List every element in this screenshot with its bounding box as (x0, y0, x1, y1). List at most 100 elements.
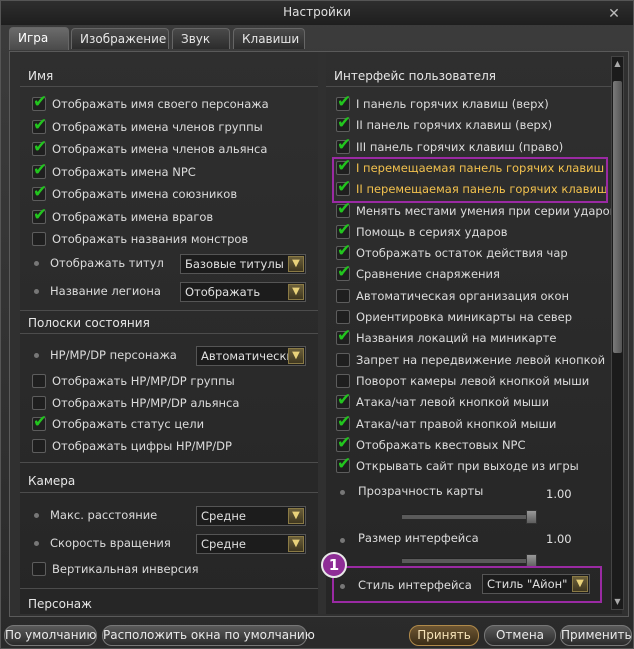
status-option-1-label: Отображать HP/MP/DP альянса (52, 395, 240, 410)
callout-badge: 1 (321, 552, 347, 578)
ui-option-10-label: Ориентировка миникарты на север (356, 310, 572, 324)
ui-option-5-checkbox[interactable] (336, 199, 351, 219)
bullet (34, 261, 39, 266)
cancel-button[interactable]: Отмена (484, 625, 556, 646)
tab-graphics[interactable]: Изображение (71, 28, 169, 49)
distance-dropdown-value: Средне (201, 509, 246, 523)
status-option-2-label: Отображать статус цели (52, 417, 205, 431)
left-column: Имя Отображать титул Базовые титулы ▼ На… (20, 52, 318, 614)
tab-sound[interactable]: Звук (172, 28, 230, 49)
ui-option-14-label: Атака/чат левой кнопкой мыши (356, 395, 549, 410)
divider (20, 462, 318, 463)
scroll-up-icon[interactable]: ▲ (612, 58, 623, 70)
hp-label: HP/MP/DP персонажа (50, 348, 177, 362)
divider (326, 86, 612, 87)
scrollbar[interactable]: ▲ ▼ (611, 56, 624, 610)
section-name: Имя (28, 69, 54, 83)
status-option-0-label: Отображать HP/MP/DP группы (52, 374, 235, 388)
ui-size-value: 1.00 (546, 532, 572, 546)
ui-option-6-label: Помощь в сериях ударов (356, 224, 508, 239)
bullet (340, 538, 345, 543)
name-option-5-checkbox[interactable] (32, 205, 47, 225)
divider (20, 588, 318, 589)
ui-option-11-checkbox[interactable] (336, 326, 351, 346)
ui-option-9-label: Автоматическая организация окон (356, 288, 570, 303)
tab-game[interactable]: Игра (9, 27, 69, 50)
title-dropdown[interactable]: Базовые титулы ▼ (180, 254, 306, 274)
ui-option-11-label: Названия локаций на миникарте (356, 331, 557, 346)
ui-option-2-checkbox[interactable] (336, 135, 351, 155)
section-camera: Камера (28, 474, 76, 488)
ui-option-0-checkbox[interactable] (336, 92, 351, 112)
settings-window: Настройки ✕ Игра Изображение Звук Клавиш… (0, 0, 634, 649)
ui-option-15-checkbox[interactable] (336, 412, 351, 432)
chevron-down-icon: ▼ (288, 284, 304, 300)
status-option-3-label: Отображать цифры HP/MP/DP (52, 438, 232, 453)
name-option-3-checkbox[interactable] (32, 160, 47, 180)
ui-option-6-checkbox[interactable] (336, 220, 351, 240)
name-option-6-checkbox[interactable] (32, 232, 46, 246)
section-ui: Интерфейс пользователя (334, 69, 497, 83)
ui-option-7-checkbox[interactable] (336, 241, 351, 261)
ui-option-10-checkbox[interactable] (336, 310, 350, 324)
ui-option-2-label: III панель горячих клавиш (право) (356, 139, 564, 154)
ui-option-15-label: Атака/чат правой кнопкой мыши (356, 416, 557, 431)
ui-option-12-label: Запрет на передвижение левой кнопкой (356, 352, 606, 367)
accept-button[interactable]: Принять (409, 625, 479, 646)
ui-option-17-checkbox[interactable] (336, 454, 351, 474)
status-option-1-checkbox[interactable] (32, 395, 46, 410)
name-option-2-label: Отображать имена членов альянса (52, 142, 268, 156)
chevron-down-icon: ▼ (288, 256, 304, 272)
ui-option-1-checkbox[interactable] (336, 113, 351, 133)
apply-button[interactable]: Применить (560, 625, 632, 646)
divider (20, 86, 318, 87)
status-option-0-checkbox[interactable] (32, 374, 46, 388)
ui-option-16-checkbox[interactable] (336, 433, 351, 453)
ui-option-13-checkbox[interactable] (336, 373, 350, 388)
map-opacity-slider[interactable] (402, 510, 537, 524)
divider (20, 333, 318, 334)
scroll-thumb[interactable] (613, 81, 622, 353)
ui-option-9-checkbox[interactable] (336, 288, 350, 303)
ui-option-8-label: Сравнение снаряжения (356, 267, 500, 282)
name-option-6-label: Отображать названия монстров (52, 232, 249, 246)
ui-size-slider[interactable] (402, 554, 537, 568)
status-option-3-checkbox[interactable] (32, 438, 46, 453)
name-option-0-checkbox[interactable] (32, 92, 47, 112)
bullet (34, 513, 39, 518)
name-option-1-checkbox[interactable] (32, 115, 47, 135)
chevron-down-icon: ▼ (288, 508, 304, 524)
ui-option-14-checkbox[interactable] (336, 390, 351, 410)
scroll-down-icon[interactable]: ▼ (612, 596, 623, 608)
title-bar: Настройки (1, 1, 633, 25)
name-option-3-label: Отображать имена NPC (52, 164, 196, 179)
style-dropdown[interactable]: Стиль "Айон" ▼ (482, 574, 590, 594)
title-label: Отображать титул (50, 256, 164, 270)
close-icon[interactable]: ✕ (607, 7, 621, 21)
name-option-4-label: Отображать имена союзников (52, 187, 238, 201)
slider-handle[interactable] (526, 510, 537, 524)
map-opacity-label: Прозрачность карты (358, 484, 484, 498)
style-dropdown-value: Стиль "Айон" (487, 577, 568, 591)
name-option-2-checkbox[interactable] (32, 137, 47, 157)
default-button[interactable]: По умолчанию (4, 625, 97, 646)
chevron-down-icon: ▼ (572, 576, 588, 592)
ui-option-12-checkbox[interactable] (336, 352, 350, 367)
tab-keys[interactable]: Клавиши (233, 28, 305, 49)
legion-dropdown[interactable]: Отображать ▼ (180, 282, 306, 302)
invert-checkbox[interactable] (32, 562, 46, 576)
default-windows-button[interactable]: Расположить окна по умолчанию (102, 625, 315, 646)
ui-size-label: Размер интерфейса (358, 531, 479, 545)
style-label: Стиль интерфейса (358, 578, 472, 592)
name-option-4-checkbox[interactable] (32, 182, 47, 202)
rotation-dropdown-value: Средне (201, 537, 246, 551)
title-dropdown-value: Базовые титулы (185, 257, 284, 271)
rotation-dropdown[interactable]: Средне ▼ (196, 534, 306, 554)
distance-dropdown[interactable]: Средне ▼ (196, 506, 306, 526)
hp-dropdown[interactable]: Автоматически ▼ (196, 346, 306, 366)
ui-option-8-checkbox[interactable] (336, 262, 351, 282)
settings-panel: Имя Отображать титул Базовые титулы ▼ На… (9, 51, 629, 617)
status-option-2-checkbox[interactable] (32, 412, 47, 432)
ui-option-16-label: Отображать квестовых NPC (356, 437, 526, 452)
highlight-box-hotkeys (332, 157, 608, 203)
